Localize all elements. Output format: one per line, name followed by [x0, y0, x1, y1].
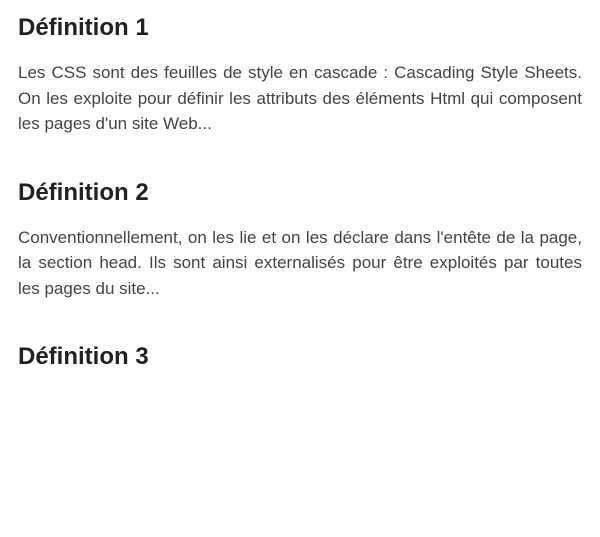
- definition-block: Définition 2 Conventionnellement, on les…: [18, 179, 582, 302]
- definition-text: Les CSS sont des feuilles de style en ca…: [18, 60, 582, 137]
- definition-block: Définition 1 Les CSS sont des feuilles d…: [18, 14, 582, 137]
- definition-heading: Définition 2: [18, 179, 582, 207]
- definition-heading: Définition 1: [18, 14, 582, 42]
- definition-block: Définition 3: [18, 343, 582, 371]
- definition-text: Conventionnellement, on les lie et on le…: [18, 225, 582, 302]
- definition-heading: Définition 3: [18, 343, 582, 371]
